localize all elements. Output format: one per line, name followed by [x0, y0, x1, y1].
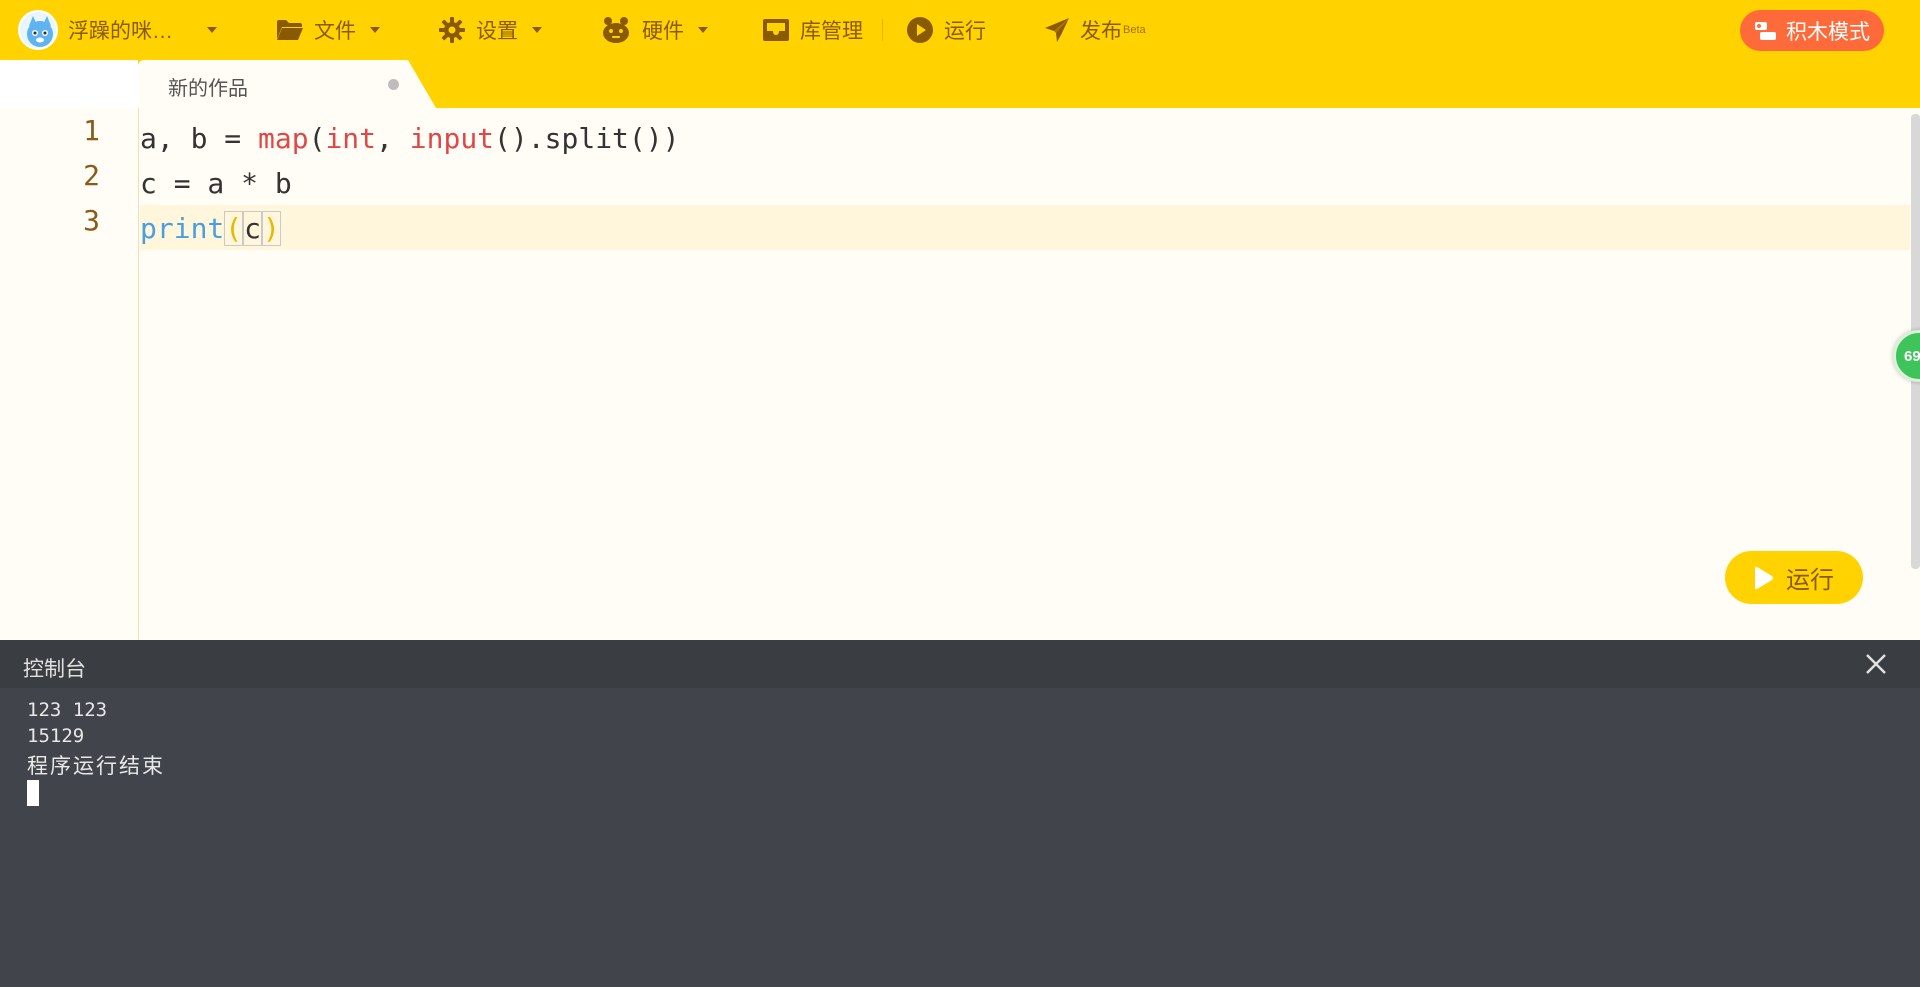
code-editor[interactable]: 1 2 3 a, b = map(int, input().split()) c… [0, 108, 1920, 640]
run-toolbar-label: 运行 [944, 20, 986, 43]
user-name: 浮躁的咪… [68, 20, 173, 43]
line-number-gutter: 1 2 3 [0, 108, 139, 640]
settings-menu[interactable]: 设置 [438, 0, 542, 60]
library-manager-label: 库管理 [800, 20, 863, 43]
hardware-menu[interactable]: 硬件 [600, 0, 708, 60]
user-menu[interactable]: 浮躁的咪… [18, 0, 217, 60]
hardware-icon [603, 17, 629, 43]
hardware-menu-label: 硬件 [642, 20, 684, 43]
console-line: 程序运行结束 [27, 754, 165, 778]
code-line-1[interactable]: a, b = map(int, input().split()) [140, 116, 679, 161]
folder-icon [277, 20, 303, 40]
floating-assistant-badge[interactable]: 69 [1893, 330, 1920, 382]
gear-icon [439, 17, 465, 43]
matching-bracket: ( [224, 211, 244, 246]
library-manager-button[interactable]: 库管理 [762, 0, 863, 60]
tab-bar-spacer [0, 60, 138, 108]
chevron-down-icon [532, 27, 542, 33]
file-menu-label: 文件 [314, 20, 356, 43]
floating-badge-text: 69 [1904, 347, 1920, 365]
avatar-image-icon [27, 16, 53, 47]
play-icon [1755, 566, 1773, 589]
line-number: 2 [83, 159, 100, 192]
block-mode-icon [1755, 21, 1776, 40]
block-mode-button[interactable]: 积木模式 [1740, 10, 1884, 51]
top-toolbar: 浮躁的咪… 文件 设置 硬件 库管理 运行 发布 Beta 积木模式 [0, 0, 1920, 60]
cursor-char: c [243, 211, 263, 246]
builtin-function: input [409, 122, 495, 155]
avatar[interactable] [18, 10, 58, 50]
close-icon[interactable] [1862, 650, 1890, 678]
block-mode-label: 积木模式 [1786, 20, 1870, 44]
code-line-3[interactable]: print(c) [140, 206, 281, 251]
settings-menu-label: 设置 [476, 20, 518, 43]
code-line-2[interactable]: c = a * b [140, 161, 292, 206]
chevron-down-icon [207, 27, 217, 33]
send-icon [1045, 18, 1069, 42]
console-header: 控制台 [0, 640, 1920, 688]
line-number: 3 [83, 204, 100, 237]
active-line-highlight [140, 205, 1910, 250]
run-toolbar-button[interactable]: 运行 [906, 0, 986, 60]
run-button-label: 运行 [1786, 567, 1834, 594]
builtin-function: map [258, 122, 309, 155]
publish-label: 发布 [1080, 20, 1122, 43]
matching-bracket: ) [262, 211, 281, 246]
toolbar-divider [882, 19, 883, 41]
console-title: 控制台 [23, 658, 86, 681]
run-button[interactable]: 运行 [1725, 551, 1863, 604]
tab-bar: 新的作品 [0, 60, 1920, 108]
console-input-cursor[interactable] [27, 780, 39, 806]
builtin-function: int [325, 122, 377, 155]
builtin-function: print [140, 212, 225, 245]
tab-new-work[interactable]: 新的作品 [138, 60, 436, 108]
console-line: 123 123 [27, 699, 108, 721]
line-number: 1 [83, 114, 100, 147]
beta-badge: Beta [1123, 24, 1146, 36]
library-icon [763, 19, 789, 41]
chevron-down-icon [698, 27, 708, 33]
play-icon [907, 17, 933, 43]
console-line: 15129 [27, 725, 85, 747]
chevron-down-icon [370, 27, 380, 33]
unsaved-dot-icon[interactable] [388, 79, 399, 90]
publish-button[interactable]: 发布 Beta [1044, 0, 1146, 60]
console-output[interactable]: 123 123 15129 程序运行结束 [0, 688, 1920, 987]
tab-label: 新的作品 [168, 78, 248, 100]
file-menu[interactable]: 文件 [276, 0, 380, 60]
